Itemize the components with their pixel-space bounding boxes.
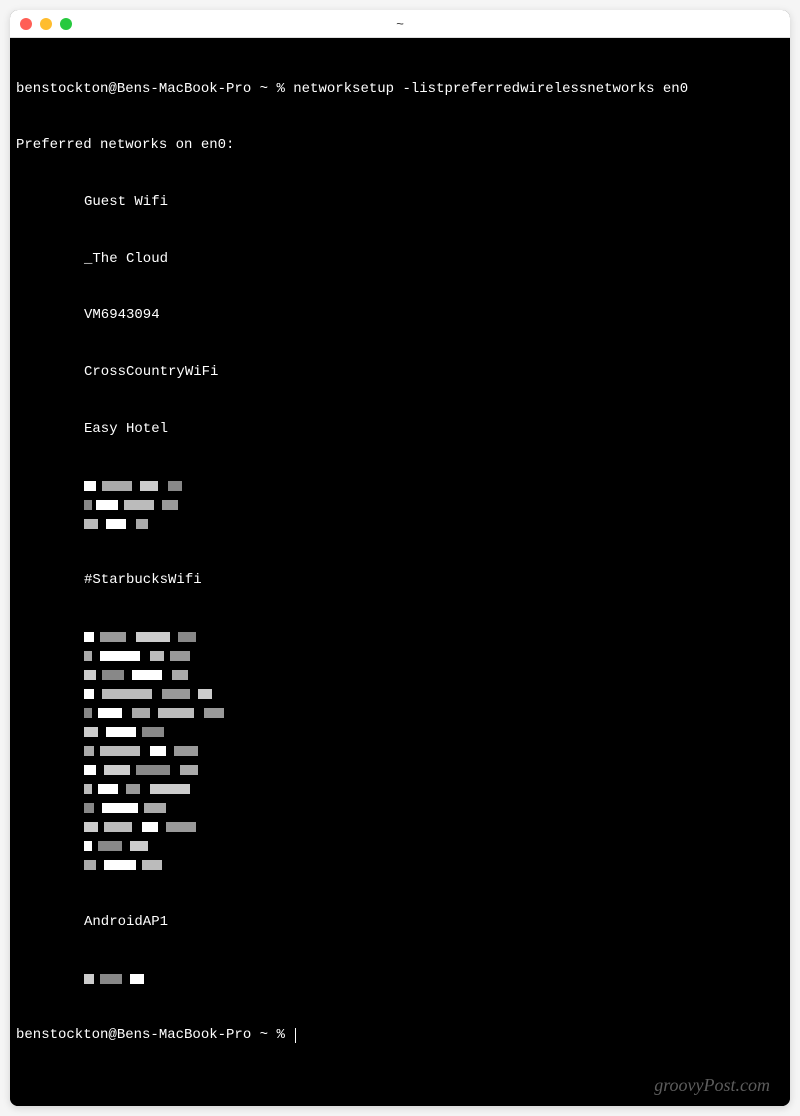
network-entry: Guest Wifi bbox=[16, 193, 784, 212]
redacted-line bbox=[16, 647, 784, 666]
redacted-networks bbox=[16, 969, 784, 988]
close-icon[interactable] bbox=[20, 18, 32, 30]
terminal-window: ~ benstockton@Bens-MacBook-Pro ~ % netwo… bbox=[10, 10, 790, 1106]
redacted-line bbox=[16, 685, 784, 704]
redacted-line bbox=[16, 837, 784, 856]
network-entry: CrossCountryWiFi bbox=[16, 363, 784, 382]
network-entry: _The Cloud bbox=[16, 250, 784, 269]
network-entry: AndroidAP1 bbox=[16, 913, 784, 932]
command-text: networksetup -listpreferredwirelessnetwo… bbox=[293, 81, 688, 97]
redacted-line bbox=[16, 856, 784, 875]
titlebar[interactable]: ~ bbox=[10, 10, 790, 38]
redacted-line bbox=[16, 799, 784, 818]
prompt-line: benstockton@Bens-MacBook-Pro ~ % bbox=[16, 1026, 784, 1045]
redacted-line bbox=[16, 704, 784, 723]
shell-prompt: benstockton@Bens-MacBook-Pro ~ % bbox=[16, 81, 293, 97]
network-entry: VM6943094 bbox=[16, 306, 784, 325]
output-header: Preferred networks on en0: bbox=[16, 136, 784, 155]
redacted-networks bbox=[16, 476, 784, 533]
terminal-output[interactable]: benstockton@Bens-MacBook-Pro ~ % network… bbox=[10, 38, 790, 1106]
watermark: groovyPost.com bbox=[654, 1073, 770, 1097]
redacted-line bbox=[16, 628, 784, 647]
network-entry: Easy Hotel bbox=[16, 420, 784, 439]
prompt-line: benstockton@Bens-MacBook-Pro ~ % network… bbox=[16, 80, 784, 99]
redacted-line bbox=[16, 742, 784, 761]
network-entry: #StarbucksWifi bbox=[16, 571, 784, 590]
redacted-line bbox=[16, 666, 784, 685]
maximize-icon[interactable] bbox=[60, 18, 72, 30]
cursor-icon bbox=[295, 1028, 296, 1043]
redacted-networks bbox=[16, 628, 784, 875]
window-title: ~ bbox=[396, 16, 404, 31]
minimize-icon[interactable] bbox=[40, 18, 52, 30]
redacted-line bbox=[16, 723, 784, 742]
redacted-line bbox=[16, 818, 784, 837]
redacted-line bbox=[16, 495, 784, 514]
redacted-line bbox=[16, 761, 784, 780]
traffic-lights bbox=[20, 18, 72, 30]
redacted-line bbox=[16, 514, 784, 533]
redacted-line bbox=[16, 780, 784, 799]
redacted-line bbox=[16, 476, 784, 495]
shell-prompt: benstockton@Bens-MacBook-Pro ~ % bbox=[16, 1027, 293, 1043]
redacted-line bbox=[16, 969, 784, 988]
